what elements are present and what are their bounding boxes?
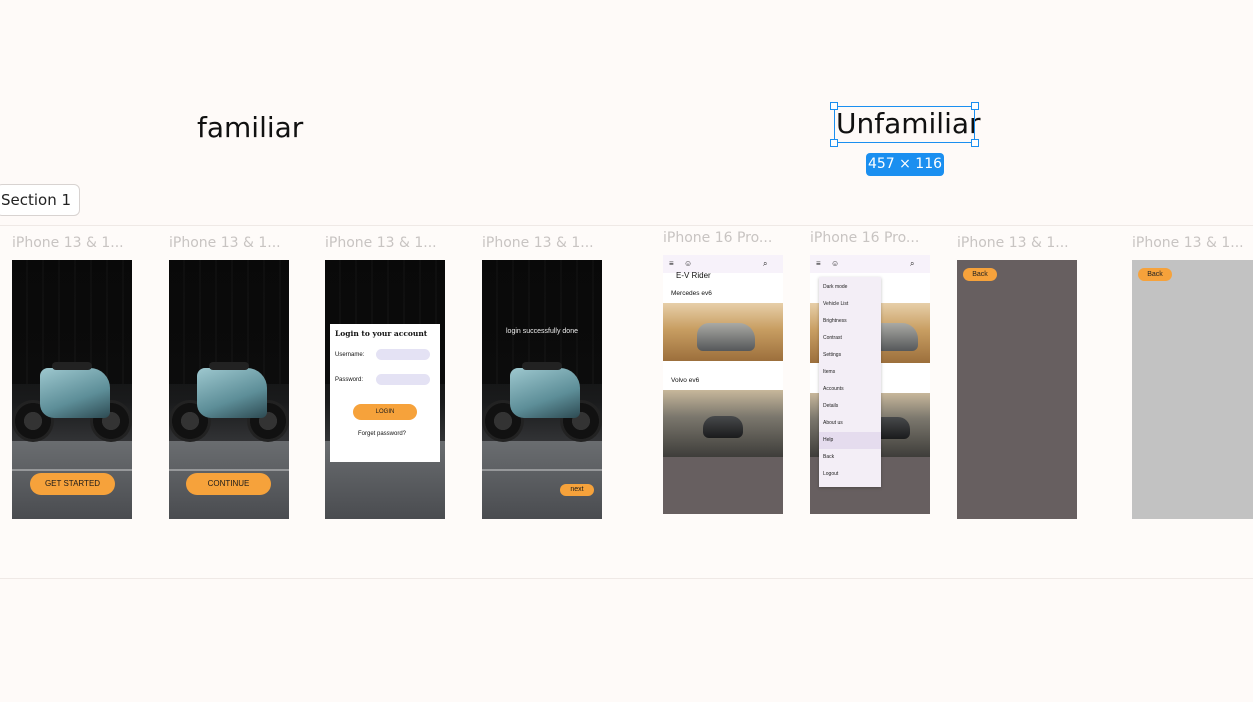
login-card: Login to your account Username: Password… xyxy=(330,324,440,462)
app-title: E-V Rider xyxy=(676,271,711,280)
familiar-text[interactable]: familiar xyxy=(197,111,303,144)
nav-menu: Dark mode Vehicle List Brightness Contra… xyxy=(819,277,881,487)
section-label[interactable]: Section 1 xyxy=(0,184,81,216)
menu-item-items[interactable]: Items xyxy=(819,364,881,381)
frame-title-2[interactable]: iPhone 13 & 1... xyxy=(169,235,281,251)
frame-get-started[interactable]: GET STARTED xyxy=(12,260,132,519)
menu-item-details[interactable]: Details xyxy=(819,398,881,415)
menu-item-vehicle-list[interactable]: Vehicle List xyxy=(819,296,881,313)
password-input[interactable] xyxy=(376,374,430,385)
account-icon[interactable]: ☺ xyxy=(684,259,692,268)
frame-title-4[interactable]: iPhone 13 & 1... xyxy=(482,235,594,251)
search-icon[interactable]: ⌕ xyxy=(763,259,767,269)
selection-handle-tl[interactable] xyxy=(830,102,838,110)
username-label: Username: xyxy=(335,352,365,358)
frame-login-success[interactable]: login successfully done next xyxy=(482,260,602,519)
frame-title-8[interactable]: iPhone 13 & 1... xyxy=(1132,235,1244,251)
menu-item-help[interactable]: Help xyxy=(819,432,881,449)
frame-title-6[interactable]: iPhone 16 Pro... xyxy=(810,230,919,246)
menu-item-dark-mode[interactable]: Dark mode xyxy=(819,279,881,296)
search-icon[interactable]: ⌕ xyxy=(910,259,914,269)
menu-item-accounts[interactable]: Accounts xyxy=(819,381,881,398)
frame-login[interactable]: Login to your account Username: Password… xyxy=(325,260,445,519)
menu-icon[interactable]: ≡ xyxy=(816,259,821,268)
motorbike-image xyxy=(12,340,132,470)
car-label-1: Mercedes ev6 xyxy=(671,290,712,297)
account-icon[interactable]: ☺ xyxy=(831,259,839,268)
back-button[interactable]: Back xyxy=(963,268,997,281)
app-top-bar: ≡ ☺ ⌕ xyxy=(810,255,930,273)
login-heading: Login to your account xyxy=(335,329,428,338)
password-label: Password: xyxy=(335,377,364,383)
gray-area xyxy=(663,457,783,514)
motorbike-image xyxy=(169,340,289,470)
frame-vehicle-list[interactable]: ≡ ☺ ⌕ E-V Rider Mercedes ev6 Volvo ev6 xyxy=(663,255,783,514)
selection-handle-br[interactable] xyxy=(971,139,979,147)
forgot-password-link[interactable]: Forget password? xyxy=(358,431,406,437)
selection-size-badge: 457 × 116 xyxy=(866,153,944,176)
menu-item-brightness[interactable]: Brightness xyxy=(819,313,881,330)
frame-title-1[interactable]: iPhone 13 & 1... xyxy=(12,235,124,251)
frame-title-7[interactable]: iPhone 13 & 1... xyxy=(957,235,1069,251)
car-image-mercedes[interactable] xyxy=(663,303,783,361)
frame-continue[interactable]: CONTINUE xyxy=(169,260,289,519)
frame-title-5[interactable]: iPhone 16 Pro... xyxy=(663,230,772,246)
frame-back-dark[interactable]: Back xyxy=(957,260,1077,519)
login-button[interactable]: LOGIN xyxy=(353,404,417,420)
frame-menu-open[interactable]: ≡ ☺ ⌕ Dark mode Vehicle List Brightness … xyxy=(810,255,930,514)
menu-item-settings[interactable]: Settings xyxy=(819,347,881,364)
back-button[interactable]: Back xyxy=(1138,268,1172,281)
car-image-volvo[interactable] xyxy=(663,390,783,457)
menu-icon[interactable]: ≡ xyxy=(669,259,674,268)
menu-item-about-us[interactable]: About us xyxy=(819,415,881,432)
motorbike-image xyxy=(482,340,602,470)
continue-button[interactable]: CONTINUE xyxy=(186,473,271,495)
car-label-2: Volvo ev6 xyxy=(671,377,700,384)
selection-handle-bl[interactable] xyxy=(830,139,838,147)
selection-handle-tr[interactable] xyxy=(971,102,979,110)
menu-item-contrast[interactable]: Contrast xyxy=(819,330,881,347)
username-input[interactable] xyxy=(376,349,430,360)
menu-item-logout[interactable]: Logout xyxy=(819,466,881,483)
menu-item-back[interactable]: Back xyxy=(819,449,881,466)
frame-title-3[interactable]: iPhone 13 & 1... xyxy=(325,235,437,251)
selection-box[interactable] xyxy=(834,106,975,143)
login-success-message: login successfully done xyxy=(506,328,578,335)
get-started-button[interactable]: GET STARTED xyxy=(30,473,115,495)
next-button[interactable]: next xyxy=(560,484,594,496)
frame-back-light[interactable]: Back xyxy=(1132,260,1253,519)
